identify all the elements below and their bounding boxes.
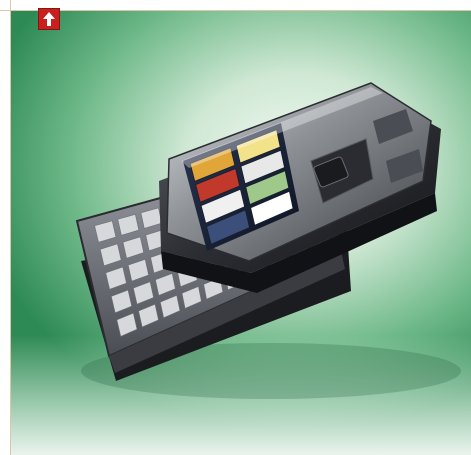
arrow-up-icon [43,12,55,26]
product-photo [11,11,471,455]
image-viewer [0,0,471,455]
slider-phone-illustration [75,82,461,399]
scroll-to-top-button[interactable] [38,8,60,30]
